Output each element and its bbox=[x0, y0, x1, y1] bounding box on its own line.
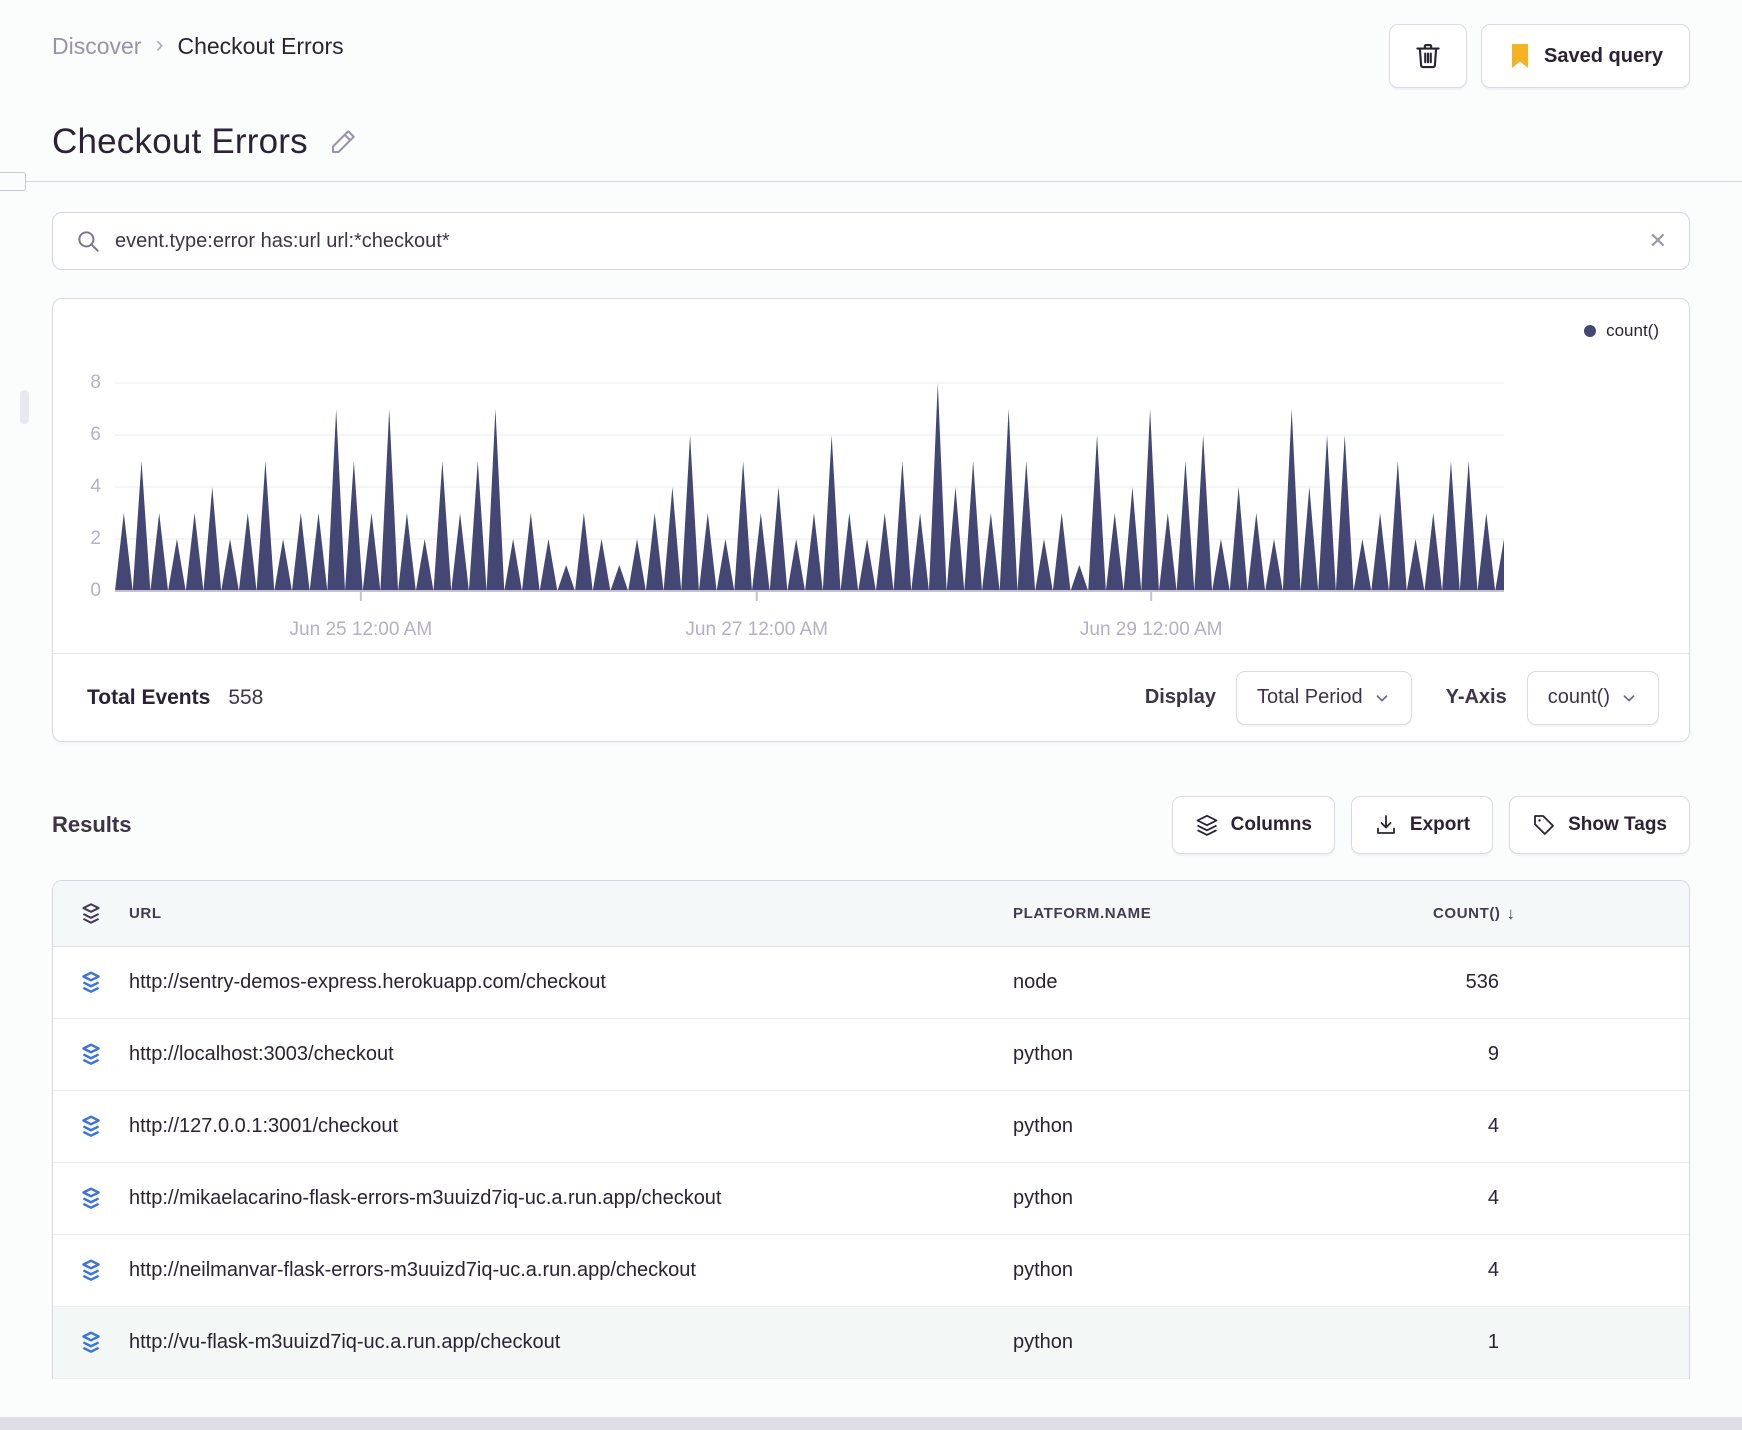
breadcrumb: Discover › Checkout Errors bbox=[52, 24, 344, 60]
legend-dot-icon bbox=[1584, 325, 1597, 337]
count-cell[interactable]: 4 bbox=[1433, 1187, 1689, 1210]
row-stack-icon[interactable] bbox=[53, 970, 129, 996]
yaxis-value: count() bbox=[1547, 686, 1610, 708]
url-cell[interactable]: http://localhost:3003/checkout bbox=[129, 1043, 1013, 1066]
chart-footer: Total Events 558 Display Total Period Y-… bbox=[53, 653, 1689, 741]
chevron-down-icon bbox=[1373, 689, 1391, 707]
page-header: Discover › Checkout Errors Saved query C… bbox=[0, 0, 1742, 191]
table-body: http://sentry-demos-express.herokuapp.co… bbox=[53, 947, 1689, 1379]
chart-panel: count() 0 2 4 6 8 Jun 25 12:00 AM Jun 27 12:0… bbox=[52, 298, 1690, 742]
platform-cell[interactable]: python bbox=[1013, 1115, 1433, 1138]
x-axis-tick: Jun 29 12:00 AM bbox=[1079, 619, 1223, 640]
count-cell[interactable]: 9 bbox=[1433, 1043, 1689, 1066]
chart-plot[interactable]: Jun 25 12:00 AM Jun 27 12:00 AM Jun 29 12:… bbox=[115, 349, 1504, 653]
edit-title-button[interactable] bbox=[324, 123, 362, 161]
platform-cell[interactable]: python bbox=[1013, 1043, 1433, 1066]
legend-label: count() bbox=[1606, 321, 1659, 340]
y-axis-tick: 8 bbox=[90, 372, 101, 393]
table-row[interactable]: http://mikaelacarino-flask-errors-m3uuiz… bbox=[53, 1163, 1689, 1235]
saved-query-button[interactable]: Saved query bbox=[1481, 24, 1690, 88]
search-bar: ✕ bbox=[52, 212, 1690, 270]
platform-cell[interactable]: python bbox=[1013, 1331, 1433, 1354]
show-tags-button[interactable]: Show Tags bbox=[1509, 796, 1690, 854]
delete-query-button[interactable] bbox=[1389, 24, 1468, 88]
chevron-right-icon: › bbox=[155, 31, 164, 58]
table-row[interactable]: http://localhost:3003/checkout python 9 bbox=[53, 1019, 1689, 1091]
export-button[interactable]: Export bbox=[1350, 796, 1494, 854]
chart-x-axis: Jun 25 12:00 AM Jun 27 12:00 AM Jun 29 12:… bbox=[115, 609, 1504, 653]
platform-cell[interactable]: python bbox=[1013, 1187, 1433, 1210]
results-table: URL PLATFORM.NAME COUNT() ↓ http://sentr… bbox=[52, 880, 1690, 1379]
tag-icon bbox=[1532, 813, 1556, 837]
column-header-platform[interactable]: PLATFORM.NAME bbox=[1013, 905, 1433, 922]
area-chart bbox=[115, 382, 1504, 601]
panel-collapse-handle[interactable] bbox=[0, 172, 26, 191]
url-cell[interactable]: http://sentry-demos-express.herokuapp.co… bbox=[129, 971, 1013, 994]
y-axis-tick: 6 bbox=[90, 424, 101, 445]
export-label: Export bbox=[1409, 814, 1471, 835]
row-stack-icon[interactable] bbox=[53, 1042, 129, 1068]
url-cell[interactable]: http://127.0.0.1:3001/checkout bbox=[129, 1115, 1013, 1138]
table-row[interactable]: http://127.0.0.1:3001/checkout python 4 bbox=[53, 1091, 1689, 1163]
x-axis-tick: Jun 27 12:00 AM bbox=[685, 619, 829, 640]
row-stack-icon[interactable] bbox=[53, 1186, 129, 1212]
sidebar-drag-handle[interactable] bbox=[20, 390, 29, 424]
table-row[interactable]: http://neilmanvar-flask-errors-m3uuizd7i… bbox=[53, 1235, 1689, 1307]
row-stack-icon[interactable] bbox=[53, 1330, 129, 1356]
row-stack-icon[interactable] bbox=[53, 1258, 129, 1284]
legend-count[interactable]: count() bbox=[1584, 319, 1659, 343]
platform-cell[interactable]: python bbox=[1013, 1259, 1433, 1282]
y-axis-tick: 0 bbox=[90, 580, 101, 601]
show-tags-label: Show Tags bbox=[1568, 814, 1667, 835]
chart-y-axis: 0 2 4 6 8 bbox=[53, 349, 115, 609]
url-cell[interactable]: http://neilmanvar-flask-errors-m3uuizd7i… bbox=[129, 1259, 1013, 1282]
chevron-down-icon bbox=[1620, 689, 1638, 707]
count-cell[interactable]: 4 bbox=[1433, 1115, 1689, 1138]
header-layers-icon[interactable] bbox=[53, 901, 129, 927]
pencil-icon bbox=[328, 127, 358, 157]
columns-label: Columns bbox=[1230, 814, 1312, 835]
column-header-count[interactable]: COUNT() ↓ bbox=[1433, 903, 1689, 924]
y-axis-tick: 4 bbox=[90, 476, 101, 497]
count-cell[interactable]: 536 bbox=[1433, 971, 1689, 994]
y-axis-tick: 2 bbox=[90, 528, 101, 549]
download-icon bbox=[1374, 813, 1398, 837]
display-select[interactable]: Total Period bbox=[1235, 670, 1412, 725]
count-cell[interactable]: 1 bbox=[1433, 1331, 1689, 1354]
table-header-row: URL PLATFORM.NAME COUNT() ↓ bbox=[53, 881, 1689, 947]
layers-icon bbox=[1195, 813, 1219, 837]
main-content: ✕ count() 0 2 4 6 8 Jun 25 12:00 AM Jun 27 12… bbox=[0, 212, 1742, 1379]
breadcrumb-discover-link[interactable]: Discover bbox=[52, 33, 141, 60]
url-cell[interactable]: http://mikaelacarino-flask-errors-m3uuiz… bbox=[129, 1187, 1013, 1210]
results-heading: Results bbox=[52, 812, 132, 837]
total-events-value: 558 bbox=[228, 685, 264, 709]
clear-search-icon[interactable]: ✕ bbox=[1649, 230, 1667, 252]
sort-desc-icon: ↓ bbox=[1506, 903, 1516, 923]
table-row[interactable]: http://sentry-demos-express.herokuapp.co… bbox=[53, 947, 1689, 1019]
saved-query-label: Saved query bbox=[1544, 44, 1663, 67]
yaxis-label: Y-Axis bbox=[1445, 686, 1507, 708]
search-input[interactable] bbox=[115, 229, 1635, 253]
table-row[interactable]: http://vu-flask-m3uuizd7iq-uc.a.run.app/… bbox=[53, 1307, 1689, 1379]
page-title: Checkout Errors bbox=[52, 122, 308, 161]
columns-button[interactable]: Columns bbox=[1171, 796, 1335, 854]
count-cell[interactable]: 4 bbox=[1433, 1259, 1689, 1282]
column-header-url[interactable]: URL bbox=[129, 905, 1013, 922]
yaxis-select[interactable]: count() bbox=[1526, 670, 1659, 725]
row-stack-icon[interactable] bbox=[53, 1114, 129, 1140]
bookmark-icon bbox=[1508, 43, 1532, 69]
count-header-label: COUNT() bbox=[1433, 905, 1501, 922]
platform-cell[interactable]: node bbox=[1013, 971, 1433, 994]
display-label: Display bbox=[1144, 686, 1216, 708]
breadcrumb-current: Checkout Errors bbox=[177, 32, 344, 59]
url-cell[interactable]: http://vu-flask-m3uuizd7iq-uc.a.run.app/… bbox=[129, 1331, 1013, 1354]
search-icon bbox=[75, 228, 101, 254]
x-axis-tick: Jun 25 12:00 AM bbox=[289, 619, 433, 640]
display-value: Total Period bbox=[1256, 686, 1363, 708]
horizontal-scrollbar[interactable] bbox=[0, 1417, 1742, 1430]
total-events-label: Total Events bbox=[87, 685, 211, 709]
trash-icon bbox=[1413, 41, 1443, 71]
